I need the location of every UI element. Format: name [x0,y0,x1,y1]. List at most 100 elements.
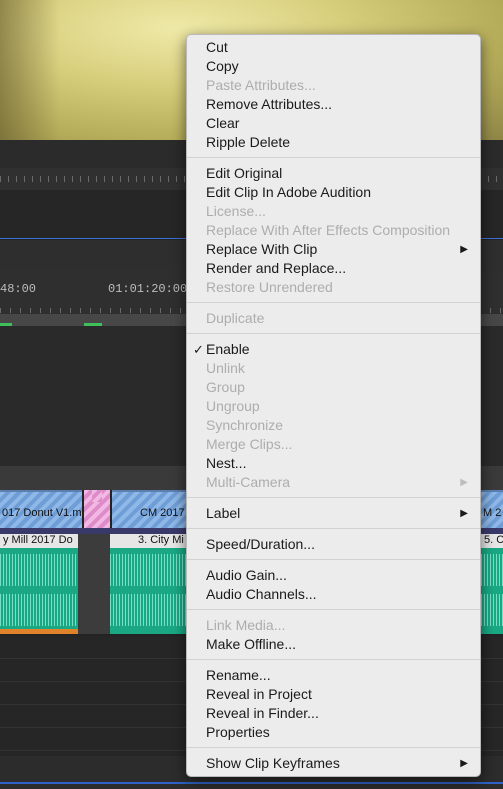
menu-item-label: Ripple Delete [206,134,291,150]
menu-item-label: Group [206,379,245,395]
menu-item-label: Render and Replace... [206,260,347,276]
menu-item-label: Multi-Camera [206,474,291,490]
waveform [481,594,503,626]
menu-item-label: Properties [206,724,270,740]
submenu-arrow-icon: ▶ [460,758,468,769]
menu-separator [187,609,480,610]
submenu-arrow-icon: ▶ [460,477,468,488]
clip-label: 5. C [481,534,503,548]
waveform [0,594,78,626]
menu-item-label: Make Offline... [206,636,297,652]
menu-item-reveal-in-finder[interactable]: Reveal in Finder... [187,704,480,723]
menu-item-label: Cut [206,39,228,55]
menu-item-label: Copy [206,58,239,74]
menu-item-cut[interactable]: Cut [187,38,480,57]
menu-item-properties[interactable]: Properties [187,723,480,742]
menu-item-multi-camera: Multi-Camera ▶ [187,473,480,492]
menu-item-label: Edit Original [206,165,283,181]
menu-item-label: Replace With After Effects Composition [206,222,451,238]
video-shade [0,0,60,140]
timecode-left: 48:00 [0,282,37,296]
menu-separator [187,559,480,560]
menu-item-make-offline[interactable]: Make Offline... [187,635,480,654]
menu-item-restore-unrendered: Restore Unrendered [187,278,480,297]
menu-item-merge-clips: Merge Clips... [187,435,480,454]
menu-item-label: Unlink [206,360,245,376]
menu-item-label: Restore Unrendered [206,279,333,295]
menu-item-label: Clear [206,115,240,131]
menu-separator [187,747,480,748]
menu-item-ripple-delete[interactable]: Ripple Delete [187,133,480,152]
menu-item-group: Group [187,378,480,397]
menu-separator [187,333,480,334]
menu-separator [187,497,480,498]
menu-item-nest[interactable]: Nest... [187,454,480,473]
menu-item-label: Merge Clips... [206,436,293,452]
menu-item-clear[interactable]: Clear [187,114,480,133]
menu-item-label: Enable [206,341,250,357]
menu-separator [187,528,480,529]
video-clip[interactable]: M 2 [481,490,503,530]
menu-item-show-clip-keyframes[interactable]: Show Clip Keyframes ▶ [187,754,480,773]
menu-item-edit-original[interactable]: Edit Original [187,164,480,183]
menu-item-edit-clip-in-adobe-audition[interactable]: Edit Clip In Adobe Audition [187,183,480,202]
menu-item-unlink: Unlink [187,359,480,378]
waveform [481,554,503,586]
menu-item-label: License... [206,203,266,219]
menu-item-label: Speed/Duration... [206,536,315,552]
waveform [110,594,186,626]
menu-item-label: Ungroup [206,398,260,414]
menu-item-replace-with-clip[interactable]: Replace With Clip ▶ [187,240,480,259]
clip-label: 017 Donut V1.m [2,507,82,519]
menu-item-label: Duplicate [206,310,265,326]
menu-item-synchronize: Synchronize [187,416,480,435]
menu-item-label: Reveal in Project [206,686,312,702]
menu-item-label: Rename... [206,667,271,683]
menu-item-audio-channels[interactable]: Audio Channels... [187,585,480,604]
menu-separator [187,659,480,660]
menu-item-label: Synchronize [206,417,284,433]
track-gap [78,534,110,634]
transition-marker [92,490,102,502]
menu-item-copy[interactable]: Copy [187,57,480,76]
menu-item-speed-duration[interactable]: Speed/Duration... [187,535,480,554]
menu-item-label[interactable]: Label ▶ [187,504,480,523]
menu-item-render-and-replace[interactable]: Render and Replace... [187,259,480,278]
menu-item-enable[interactable]: ✓ Enable [187,340,480,359]
menu-item-remove-attributes[interactable]: Remove Attributes... [187,95,480,114]
menu-item-label: Link Media... [206,617,286,633]
menu-item-rename[interactable]: Rename... [187,666,480,685]
menu-item-label: Label [206,505,241,521]
footer-line [0,782,503,784]
menu-item-label: Edit Clip In Adobe Audition [206,184,372,200]
waveform [0,554,78,586]
timecode-mid: 01:01:20:00 [108,282,188,296]
clip-label-color-bar [0,629,78,634]
menu-item-reveal-in-project[interactable]: Reveal in Project [187,685,480,704]
menu-item-ungroup: Ungroup [187,397,480,416]
menu-item-label: Audio Gain... [206,567,287,583]
clip-label: y Mill 2017 Do [0,534,78,548]
menu-item-label: Audio Channels... [206,586,317,602]
menu-separator [187,157,480,158]
menu-item-link-media: Link Media... [187,616,480,635]
menu-item-replace-with-after-effects-composition: Replace With After Effects Composition [187,221,480,240]
menu-item-label: Replace With Clip [206,241,318,257]
clip-context-menu: Cut Copy Paste Attributes... Remove Attribu… [186,34,481,777]
menu-item-paste-attributes: Paste Attributes... [187,76,480,95]
submenu-arrow-icon: ▶ [460,244,468,255]
video-clip[interactable]: CM 2017 [112,490,186,530]
menu-item-label: Nest... [206,455,247,471]
video-clip[interactable]: 017 Donut V1.m [0,490,82,530]
checkmark-icon: ✓ [193,342,204,357]
audio-clip[interactable]: y Mill 2017 Do [0,534,78,634]
waveform [110,554,186,586]
audio-clip[interactable]: 5. C [481,534,503,634]
audio-clip[interactable]: 3. City Mi [110,534,186,634]
submenu-arrow-icon: ▶ [460,508,468,519]
menu-item-audio-gain[interactable]: Audio Gain... [187,566,480,585]
menu-item-label: Paste Attributes... [206,77,316,93]
menu-item-duplicate: Duplicate [187,309,480,328]
menu-separator [187,302,480,303]
clip-label: CM 2017 [140,507,185,519]
